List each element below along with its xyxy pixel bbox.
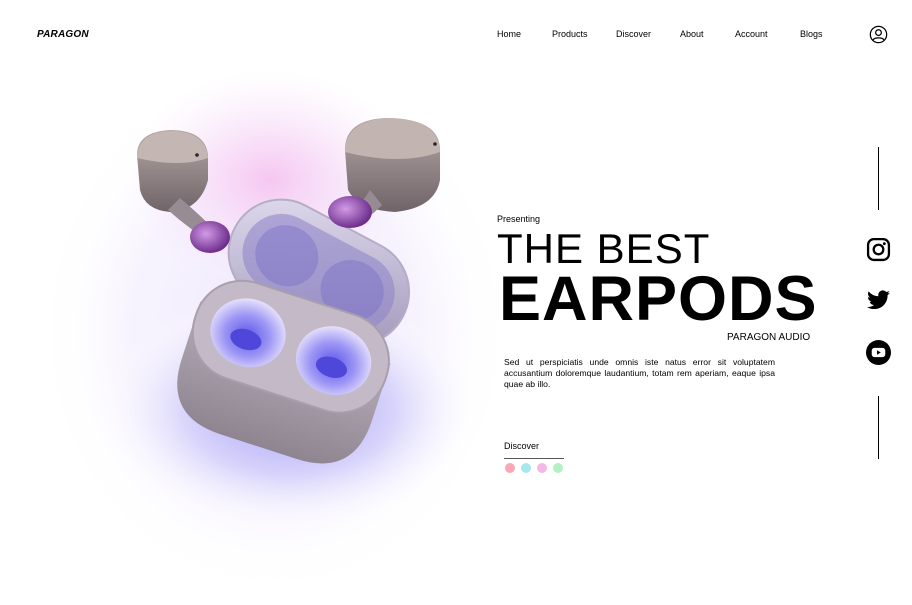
instagram-icon[interactable]	[866, 237, 891, 262]
nav-item-blogs[interactable]: Blogs	[800, 29, 823, 39]
side-divider-bottom	[878, 396, 879, 459]
brand-logo[interactable]: PARAGON	[37, 29, 89, 40]
side-divider-top	[878, 147, 879, 210]
hero-description: Sed ut perspiciatis unde omnis iste natu…	[504, 357, 775, 389]
nav-item-about[interactable]: About	[680, 29, 704, 39]
user-circle-icon[interactable]	[869, 25, 888, 44]
nav-item-account[interactable]: Account	[735, 29, 768, 39]
hero-title-line2: EARPODS	[499, 264, 818, 334]
color-option-cyan[interactable]	[521, 463, 531, 473]
nav-item-products[interactable]: Products	[552, 29, 588, 39]
twitter-icon[interactable]	[866, 288, 891, 313]
color-option-green[interactable]	[553, 463, 563, 473]
subbrand-label: PARAGON AUDIO	[727, 332, 811, 343]
nav-item-discover[interactable]: Discover	[616, 29, 651, 39]
hero-earbuds-image	[40, 40, 540, 600]
nav-item-home[interactable]: Home	[497, 29, 521, 39]
discover-underline	[504, 458, 564, 459]
youtube-icon[interactable]	[866, 340, 891, 365]
color-option-magenta[interactable]	[537, 463, 547, 473]
discover-link[interactable]: Discover	[504, 441, 539, 451]
presenting-label: Presenting	[497, 214, 541, 224]
color-option-pink[interactable]	[505, 463, 515, 473]
